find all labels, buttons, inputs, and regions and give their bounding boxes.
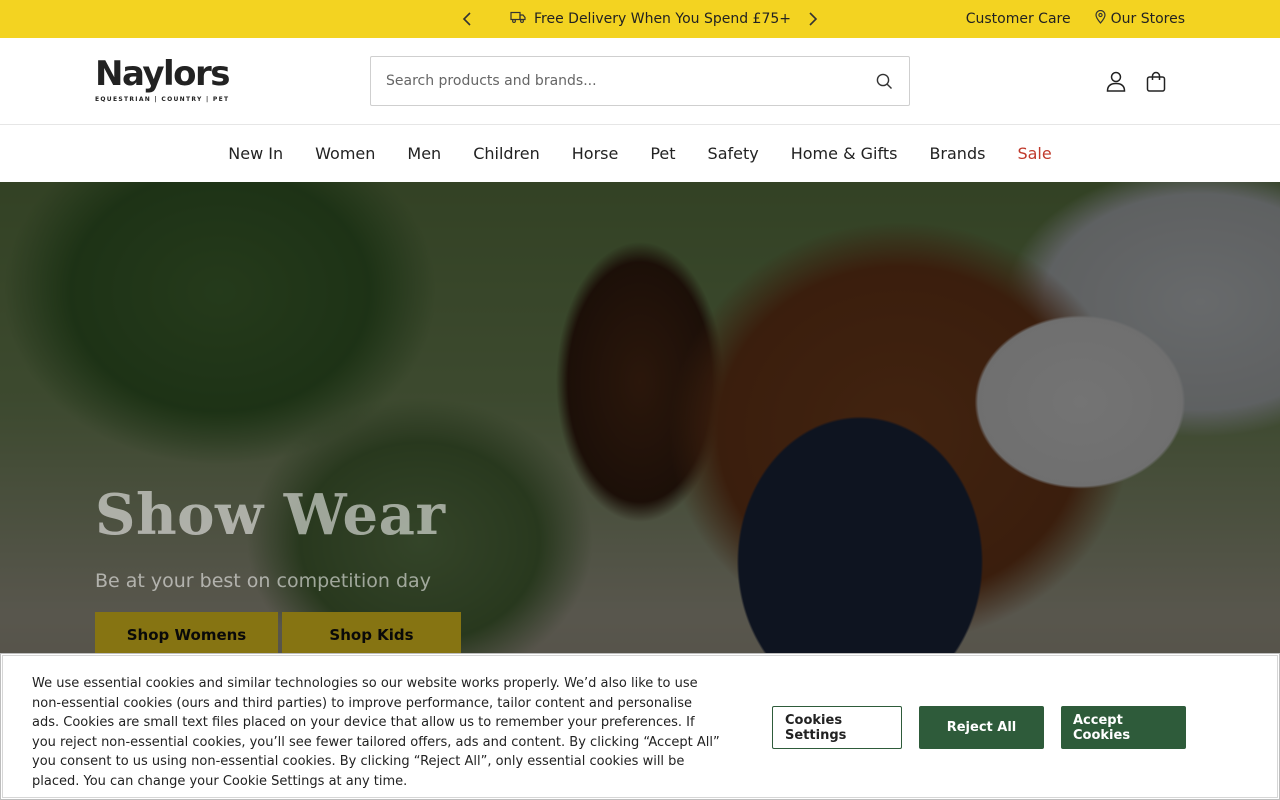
header-icons — [1105, 69, 1167, 93]
promo-message[interactable]: Free Delivery When You Spend £75+ — [510, 0, 791, 38]
cookie-banner: We use essential cookies and similar tec… — [0, 653, 1280, 800]
map-pin-icon — [1094, 9, 1106, 28]
nav-safety[interactable]: Safety — [708, 144, 759, 163]
site-logo[interactable]: Naylors EQUESTRIAN | COUNTRY | PET — [95, 54, 231, 106]
nav-brands[interactable]: Brands — [929, 144, 985, 163]
top-links: Customer Care Our Stores — [966, 0, 1185, 38]
logo-tagline: EQUESTRIAN | COUNTRY | PET — [95, 96, 230, 103]
nav-new-in[interactable]: New In — [228, 144, 283, 163]
nav-pet[interactable]: Pet — [650, 144, 675, 163]
nav-horse[interactable]: Horse — [572, 144, 619, 163]
accept-cookies-button[interactable]: Accept Cookies — [1061, 706, 1186, 749]
search-input[interactable] — [371, 57, 859, 105]
search-icon[interactable] — [859, 57, 909, 105]
our-stores-link[interactable]: Our Stores — [1094, 9, 1185, 28]
nav-women[interactable]: Women — [315, 144, 375, 163]
site-header: Naylors EQUESTRIAN | COUNTRY | PET — [0, 38, 1280, 125]
main-nav: New In Women Men Children Horse Pet Safe… — [0, 125, 1280, 182]
cookie-buttons: Cookies Settings Reject All Accept Cooki… — [772, 706, 1186, 749]
nav-children[interactable]: Children — [473, 144, 540, 163]
hero-title: Show Wear — [95, 482, 446, 548]
shop-kids-button[interactable]: Shop Kids — [282, 612, 461, 658]
our-stores-label: Our Stores — [1110, 11, 1185, 27]
reject-all-button[interactable]: Reject All — [919, 706, 1044, 749]
customer-care-label: Customer Care — [965, 11, 1071, 27]
chevron-right-icon[interactable] — [803, 9, 823, 29]
cookie-text: We use essential cookies and similar tec… — [32, 676, 720, 789]
cookies-settings-button[interactable]: Cookies Settings — [772, 706, 902, 749]
search-bar — [370, 56, 910, 106]
nav-sale[interactable]: Sale — [1017, 144, 1051, 163]
hero-text: Show Wear Be at your best on competition… — [95, 482, 445, 592]
shop-womens-button[interactable]: Shop Womens — [95, 612, 278, 658]
shopping-bag-icon[interactable] — [1145, 69, 1167, 93]
logo-brand: Naylors — [95, 54, 231, 94]
promo-bar: Free Delivery When You Spend £75+ Custom… — [0, 0, 1280, 38]
delivery-truck-icon — [510, 11, 526, 27]
customer-care-link[interactable]: Customer Care — [966, 11, 1071, 27]
promo-text: Free Delivery When You Spend £75+ — [534, 11, 792, 27]
account-icon[interactable] — [1105, 69, 1127, 93]
chevron-left-icon[interactable] — [457, 9, 477, 29]
nav-men[interactable]: Men — [407, 144, 441, 163]
hero-buttons: Shop Womens Shop Kids — [95, 612, 461, 658]
nav-home-gifts[interactable]: Home & Gifts — [791, 144, 898, 163]
hero-subtitle: Be at your best on competition day — [95, 570, 431, 592]
